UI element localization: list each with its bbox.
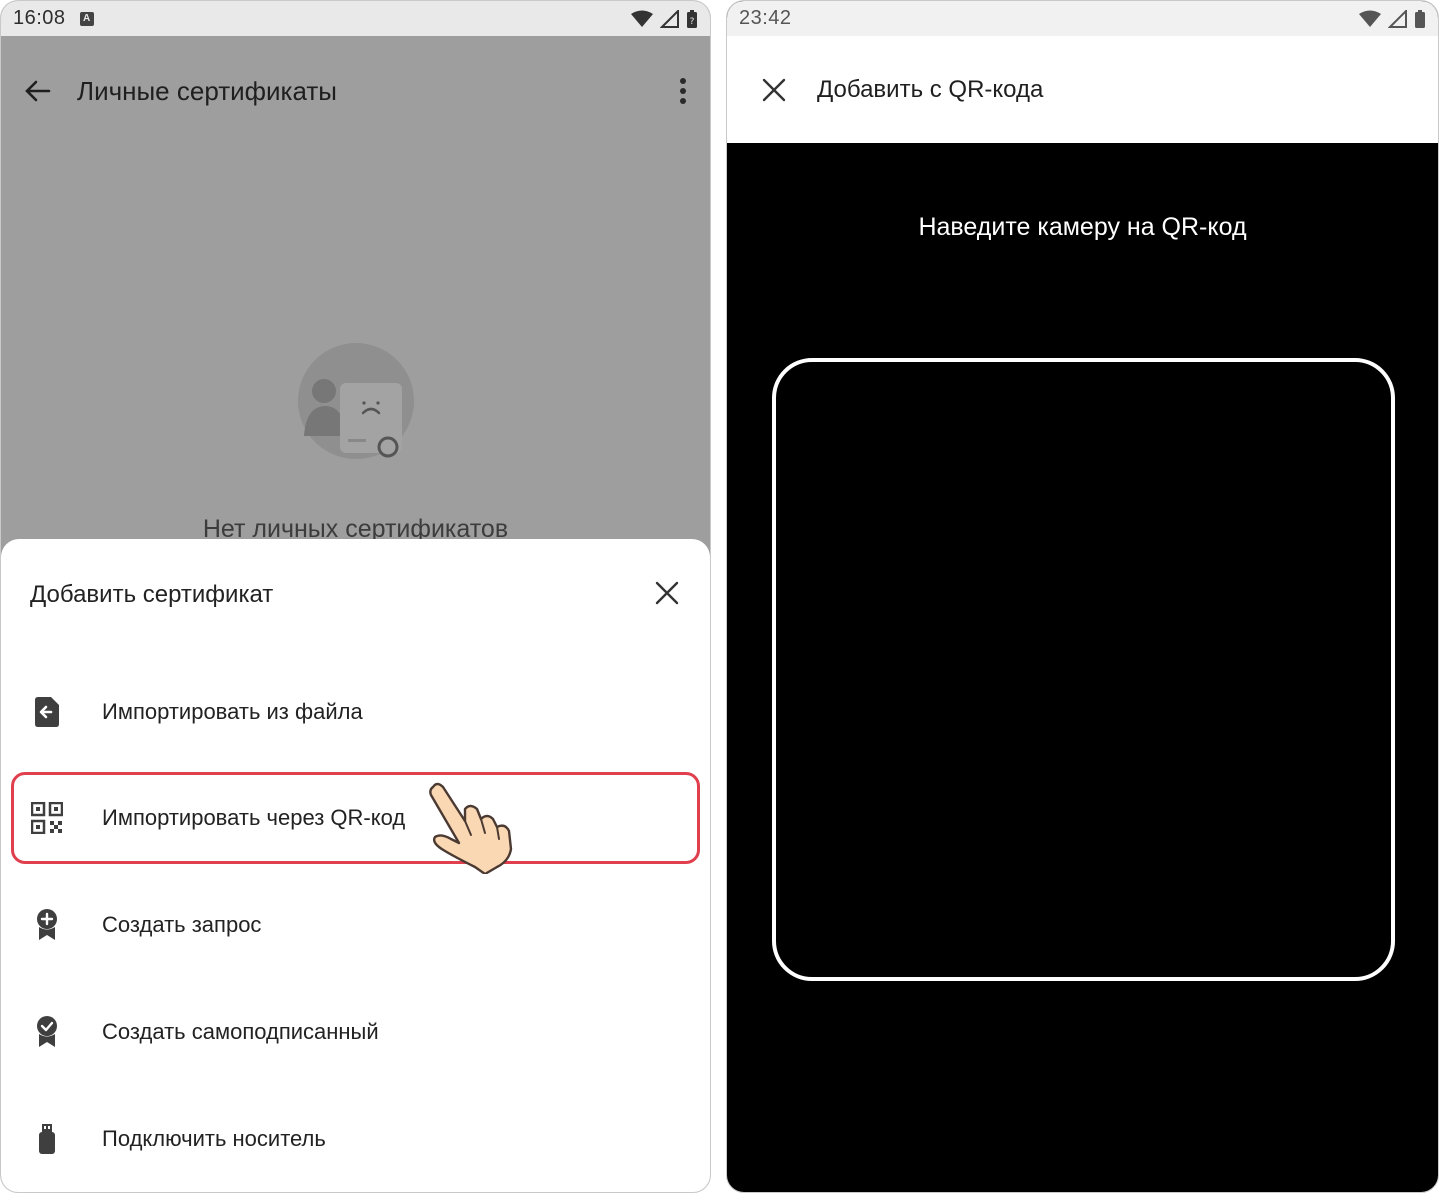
pointing-hand-icon xyxy=(429,782,513,874)
menu-item-connect-token[interactable]: Подключить носитель xyxy=(11,1093,700,1185)
phone-left-screen: 16:08 A ? Личные сертификаты Нет личных … xyxy=(0,0,711,1193)
top-app-bar: Добавить с QR-кода xyxy=(727,36,1438,143)
wifi-icon xyxy=(631,10,653,27)
status-time: 16:08 xyxy=(13,7,66,29)
status-bar: 23:42 xyxy=(727,1,1438,36)
qr-code-icon xyxy=(29,800,65,836)
empty-certificates-illustration xyxy=(298,343,414,459)
status-icons: ? xyxy=(630,9,698,29)
menu-item-label: Импортировать из файла xyxy=(102,699,363,724)
certificate-add-icon xyxy=(29,907,65,943)
page-title: Добавить с QR-кода xyxy=(817,75,1044,103)
wifi-icon xyxy=(1359,10,1381,27)
battery-icon: ? xyxy=(687,9,697,28)
signal-icon xyxy=(1388,9,1407,28)
menu-item-create-request[interactable]: Создать запрос xyxy=(11,879,700,971)
close-icon[interactable] xyxy=(653,579,681,607)
signal-icon xyxy=(660,9,679,28)
menu-item-label: Подключить носитель xyxy=(102,1126,326,1151)
status-time: 23:42 xyxy=(739,7,792,29)
add-certificate-sheet: Добавить сертификат Импортировать из фай… xyxy=(1,539,710,1192)
scanner-hint: Наведите камеру на QR-код xyxy=(918,213,1247,241)
battery-icon xyxy=(1415,9,1425,28)
phone-right-screen: 23:42 Добавить с QR-кода Наведите камеру… xyxy=(726,0,1439,1193)
usb-token-icon xyxy=(29,1121,65,1157)
menu-item-label: Создать запрос xyxy=(102,912,262,937)
qr-scan-frame xyxy=(772,358,1395,981)
back-arrow-icon[interactable] xyxy=(23,77,51,105)
page-title: Личные сертификаты xyxy=(77,75,337,106)
sheet-title: Добавить сертификат xyxy=(30,581,274,608)
menu-item-import-file[interactable]: Импортировать из файла xyxy=(11,666,700,758)
file-import-icon xyxy=(29,694,65,730)
status-icons xyxy=(1358,9,1426,29)
menu-item-label: Создать самоподписанный xyxy=(102,1019,379,1044)
svg-text:?: ? xyxy=(690,17,695,27)
status-bar: 16:08 A ? xyxy=(1,1,710,36)
top-app-bar: Личные сертификаты xyxy=(1,36,710,146)
close-icon[interactable] xyxy=(761,77,787,103)
certificate-check-icon xyxy=(29,1014,65,1050)
more-vertical-icon[interactable] xyxy=(678,76,688,106)
menu-item-label: Импортировать через QR-код xyxy=(102,805,406,830)
menu-item-self-signed[interactable]: Создать самоподписанный xyxy=(11,986,700,1078)
keyboard-badge-icon: A xyxy=(79,11,94,26)
menu-item-import-qr[interactable]: Импортировать через QR-код xyxy=(11,772,700,864)
